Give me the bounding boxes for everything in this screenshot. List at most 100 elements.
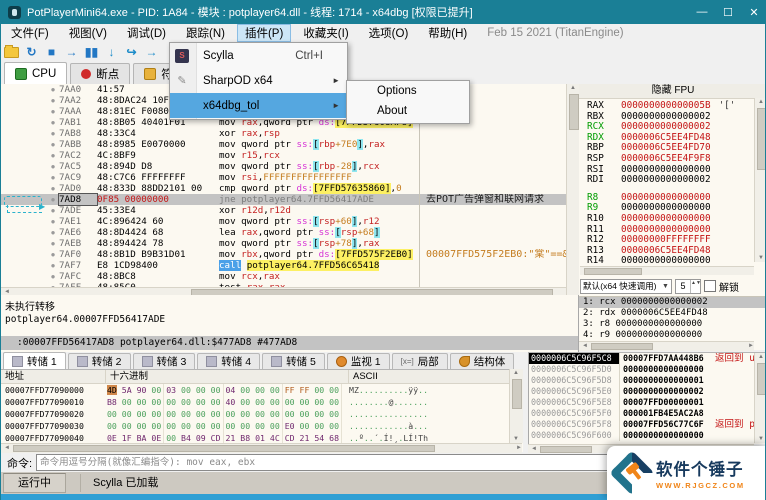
menu-item-6[interactable]: 收藏夹(I) <box>295 24 356 42</box>
disasm-row[interactable]: ●7ADE45:33E4xor r12d,r12d <box>1 205 578 216</box>
dump-tab-转储1[interactable]: 转储 1 <box>3 352 66 369</box>
run-icon[interactable]: → <box>62 44 81 61</box>
plugin-menu-item-sharpod-x64[interactable]: ✎SharpOD x64► <box>170 68 347 93</box>
menu-item-1[interactable]: 文件(F) <box>3 24 57 42</box>
stack-row[interactable]: 0000006C5C96F5C800007FFD7AA448B6返回到 use <box>529 353 766 364</box>
disasm-row[interactable]: ●7AF7E8 1CD98400call potplayer64.7FFD56C… <box>1 260 578 271</box>
menu-item-5[interactable]: 插件(P) <box>237 24 291 42</box>
breakpoint-dot[interactable]: ● <box>47 216 59 227</box>
breakpoint-dot[interactable]: ● <box>47 84 59 95</box>
restart-icon[interactable]: ↻ <box>22 44 41 61</box>
breakpoint-dot[interactable]: ● <box>47 183 59 194</box>
tab-断点[interactable]: 断点 <box>70 63 130 84</box>
stack-row[interactable]: 0000006C5C96F5F800007FFD56C77C6F返回到 pot <box>529 419 766 430</box>
stack-vertical-scrollbar[interactable]: ▲ ▼ <box>754 353 766 443</box>
dump-horizontal-scrollbar[interactable]: ◄ ► <box>1 443 522 453</box>
argument-row[interactable]: 2: rdx 0000006C5EE4FD48 <box>579 308 766 319</box>
dump-header-address[interactable]: 地址 <box>1 370 106 383</box>
dump-tab-转储3[interactable]: 转储 3 <box>133 353 196 369</box>
disasm-row[interactable]: ●7AE14C:896424 60mov qword ptr ss:[rsp+6… <box>1 216 578 227</box>
stack-row[interactable]: 0000006C5C96F5D80000000000000001 <box>529 375 766 386</box>
register-row[interactable]: RDI0000000000000002 <box>587 175 735 186</box>
disasm-row[interactable]: ●7AD80F85 00000000jne potplayer64.7FFD56… <box>1 194 578 205</box>
dump-tab-转储5[interactable]: 转储 5 <box>262 353 325 369</box>
dump-vertical-scrollbar[interactable]: ▲ ▼ <box>509 369 523 443</box>
title-bar[interactable]: PotPlayerMini64.exe - PID: 1A84 - 模块 : p… <box>1 0 766 24</box>
calling-convention-select[interactable]: 默认(x64 快速调用) ▼ <box>580 279 672 294</box>
dump-header-hex[interactable]: 十六进制 <box>106 370 349 383</box>
dump-tab-结构体[interactable]: 结构体 <box>450 353 515 369</box>
dump-row[interactable]: 00007FFD7709002000 00 00 0000 00 00 0000… <box>1 408 523 420</box>
argument-row[interactable]: 4: r9 0000000000000000 <box>579 330 766 341</box>
stop-icon[interactable]: ■ <box>42 44 61 61</box>
registers-horizontal-scrollbar[interactable] <box>580 266 754 275</box>
disasm-row[interactable]: ●7AC548:894D D8mov qword ptr ss:[rbp-28]… <box>1 161 578 172</box>
dump-row[interactable]: 00007FFD7709003000 00 00 0000 00 00 0000… <box>1 420 523 432</box>
breakpoint-dot[interactable]: ● <box>47 271 59 282</box>
disasm-row[interactable]: ●7AE648:8D4424 68lea rax,qword ptr ss:[r… <box>1 227 578 238</box>
breakpoint-dot[interactable]: ● <box>47 117 59 128</box>
argument-row[interactable]: 3: r8 0000000000000000 <box>579 319 766 330</box>
argument-row[interactable]: 1: rcx 0000000000000002 <box>579 297 766 308</box>
tab-cpu[interactable]: CPU <box>4 62 67 84</box>
breakpoint-dot[interactable]: ● <box>47 150 59 161</box>
dump-row[interactable]: 00007FFD770900004D 5A 90 0003 00 00 0004… <box>1 384 523 396</box>
breakpoint-dot[interactable]: ● <box>47 161 59 172</box>
run-to-user-icon[interactable]: → <box>142 44 161 61</box>
dump-tab-转储2[interactable]: 转储 2 <box>68 353 131 369</box>
plugin-menu-item-x64dbg_tol[interactable]: x64dbg_tol► <box>170 93 347 118</box>
breakpoint-dot[interactable]: ● <box>47 194 59 205</box>
spinner-arrows-icon[interactable]: ▲▼ <box>690 280 700 293</box>
dump-row[interactable]: 00007FFD77090010B8 00 00 0000 00 00 0040… <box>1 396 523 408</box>
disasm-row[interactable]: ●7AD048:833D 88DD2101 00cmp qword ptr ds… <box>1 183 578 194</box>
menu-item-4[interactable]: 跟踪(N) <box>178 24 233 42</box>
disasm-row[interactable]: ●7AEB48:894424 78mov qword ptr ss:[rsp+7… <box>1 238 578 249</box>
dump-tab-监视1[interactable]: 监视 1 <box>327 353 390 369</box>
breakpoint-dot[interactable]: ● <box>47 106 59 117</box>
breakpoint-dot[interactable]: ● <box>47 128 59 139</box>
menu-item-8[interactable]: 帮助(H) <box>420 24 475 42</box>
breakpoint-dot[interactable]: ● <box>47 205 59 216</box>
disasm-row[interactable]: ●7AF048:8B1D B9B31D01mov rbx,qword ptr d… <box>1 249 578 260</box>
unlock-checkbox[interactable] <box>704 280 716 292</box>
disasm-vertical-scrollbar[interactable]: ▲ <box>566 84 580 295</box>
disasm-row[interactable]: ●7AFC48:8BC8mov rcx,rax <box>1 271 578 282</box>
submenu-item-options[interactable]: Options <box>347 81 469 101</box>
breakpoint-dot[interactable]: ● <box>47 227 59 238</box>
stack-row[interactable]: 0000006C5C96F5E800007FFD00000001 <box>529 397 766 408</box>
maximize-button[interactable]: ☐ <box>715 0 741 24</box>
menu-item-7[interactable]: 选项(O) <box>361 24 417 42</box>
breakpoint-dot[interactable]: ● <box>47 95 59 106</box>
stack-row[interactable]: 0000006C5C96F5E00000000000000002 <box>529 386 766 397</box>
menu-item-3[interactable]: 调试(D) <box>119 24 174 42</box>
hide-fpu-button[interactable]: 隐藏 FPU <box>579 84 766 99</box>
dump-header-ascii[interactable]: ASCII <box>349 370 523 383</box>
disasm-row[interactable]: ●7AB848:33C4xor rax,rsp <box>1 128 578 139</box>
submenu-item-about[interactable]: About <box>347 101 469 121</box>
pause-icon[interactable]: ▮▮ <box>82 44 101 61</box>
stack-row[interactable]: 0000006C5C96F5D00000000000000000 <box>529 364 766 375</box>
open-file-icon[interactable] <box>2 44 21 61</box>
step-over-icon[interactable]: ↪ <box>122 44 141 61</box>
breakpoint-dot[interactable]: ● <box>47 139 59 150</box>
stack-row[interactable]: 0000006C5C96F6000000000000000000 <box>529 430 766 441</box>
stack-row[interactable]: 0000006C5C96F5F0000001FB4E5AC2A8 <box>529 408 766 419</box>
arguments-horizontal-scrollbar[interactable]: ◄ ► <box>579 341 754 351</box>
disasm-row[interactable]: ●7ABB48:8985 E0070000mov qword ptr ss:[r… <box>1 139 578 150</box>
disasm-row[interactable]: ●7AC948:C7C6 FFFFFFFFmov rsi,FFFFFFFFFFF… <box>1 172 578 183</box>
breakpoint-dot[interactable]: ● <box>47 172 59 183</box>
register-row[interactable]: R100000000000000000 <box>587 214 735 225</box>
breakpoint-dot[interactable]: ● <box>47 238 59 249</box>
menu-item-2[interactable]: 视图(V) <box>61 24 115 42</box>
register-row[interactable]: RSP0000006C5EE4F9F8 <box>587 154 735 165</box>
close-button[interactable]: ✕ <box>741 0 766 24</box>
dump-tab-转储4[interactable]: 转储 4 <box>197 353 260 369</box>
disasm-row[interactable]: ●7AC24C:8BF9mov r15,rcx <box>1 150 578 161</box>
dump-tab-局部[interactable]: [x=]局部 <box>392 353 448 369</box>
register-row[interactable]: RAX000000000000005B'[' <box>587 101 735 112</box>
registers-vertical-scrollbar[interactable]: ▲ ▼ <box>754 98 766 262</box>
argument-count-stepper[interactable]: 5 ▲▼ <box>675 279 701 294</box>
plugin-menu-item-scylla[interactable]: SScyllaCtrl+I <box>170 43 347 68</box>
breakpoint-dot[interactable]: ● <box>47 249 59 260</box>
step-into-icon[interactable]: ↓ <box>102 44 121 61</box>
